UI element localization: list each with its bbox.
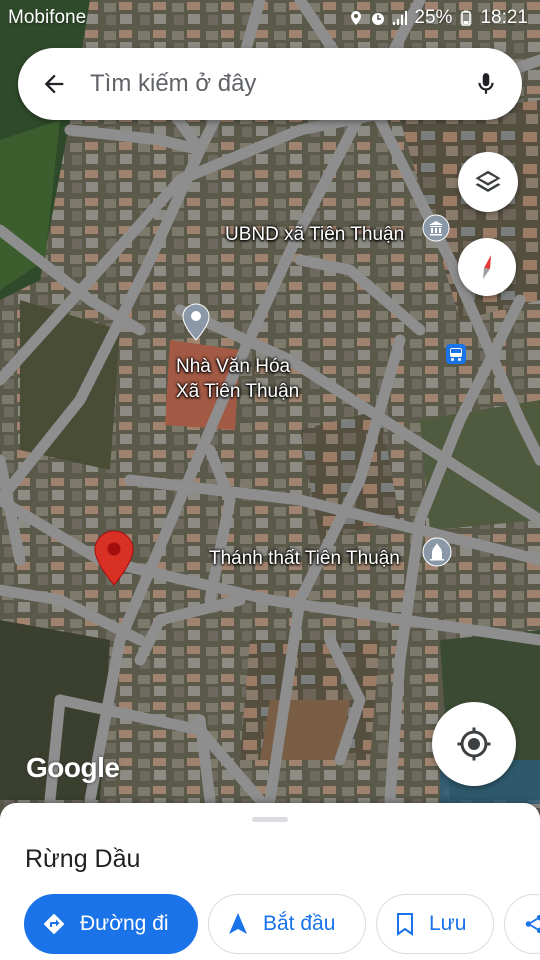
selected-place-pin-icon[interactable]: [94, 530, 134, 586]
share-button[interactable]: [504, 894, 540, 954]
directions-button[interactable]: Đường đi: [24, 894, 198, 954]
place-of-worship-icon[interactable]: [422, 537, 452, 567]
alarm-status-icon: [372, 13, 385, 25]
back-arrow-icon: [44, 74, 64, 94]
directions-icon: [44, 914, 64, 934]
layers-icon: [475, 170, 501, 192]
signal-status-icon: [393, 11, 408, 25]
status-icons: 25% 18:21: [348, 7, 528, 29]
poi-label-nha-van-hoa-line2[interactable]: Xã Tiên Thuận: [176, 381, 299, 403]
google-logo: Google: [26, 752, 120, 783]
voice-search-button[interactable]: [468, 66, 504, 102]
poi-label-thanh-that[interactable]: Thánh thất Tiên Thuận: [209, 548, 400, 570]
my-location-icon: [457, 727, 491, 761]
search-bar[interactable]: [18, 48, 522, 120]
compass-icon: [483, 255, 491, 279]
save-label: Lưu: [429, 912, 467, 935]
sheet-drag-handle[interactable]: [252, 817, 288, 822]
directions-label: Đường đi: [80, 912, 169, 935]
action-chips: Đường đi Bắt đầu Lưu: [24, 894, 540, 954]
start-label: Bắt đầu: [263, 912, 336, 935]
clock: 18:21: [480, 7, 528, 28]
microphone-icon: [478, 73, 494, 94]
layers-button[interactable]: [458, 152, 518, 212]
poi-label-nha-van-hoa-line1[interactable]: Nhà Văn Hóa: [176, 356, 290, 378]
place-title: Rừng Dầu: [25, 845, 141, 873]
bus-stop-icon[interactable]: [445, 343, 467, 365]
government-building-icon[interactable]: [422, 214, 450, 242]
share-icon: [525, 914, 540, 934]
battery-icon: [461, 10, 472, 26]
my-location-button[interactable]: [432, 702, 516, 786]
carrier-label: Mobifone: [8, 7, 87, 28]
poi-label-ubnd[interactable]: UBND xã Tiên Thuận: [225, 224, 404, 246]
battery-percent: 25%: [414, 7, 453, 28]
navigation-arrow-icon: [229, 913, 247, 934]
location-status-icon: [351, 11, 362, 25]
poi-marker-icon[interactable]: [182, 303, 210, 341]
compass-button[interactable]: [458, 238, 516, 296]
back-button[interactable]: [36, 66, 72, 102]
bookmark-icon: [397, 913, 413, 936]
place-bottom-sheet[interactable]: Rừng Dầu Đường đi Bắt đầu Lưu: [0, 803, 540, 960]
start-button[interactable]: Bắt đầu: [208, 894, 366, 954]
save-button[interactable]: Lưu: [376, 894, 494, 954]
status-bar: Mobifone 25% 18:21: [0, 0, 540, 36]
search-input[interactable]: [72, 70, 468, 98]
